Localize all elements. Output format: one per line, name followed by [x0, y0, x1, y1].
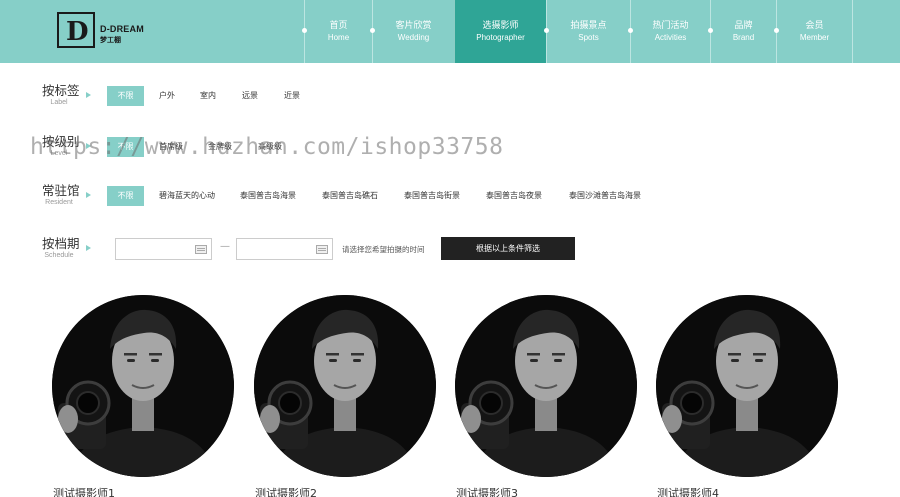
nav-label-cn: 拍摄景点	[570, 21, 607, 31]
nav-label-en: Member	[799, 33, 830, 42]
portrait-image	[455, 295, 637, 477]
arrow-right-icon	[86, 245, 91, 251]
logo-mark: D	[57, 12, 95, 48]
filter-option[interactable]: 泰国沙滩普吉岛海景	[569, 186, 641, 206]
end-date-input[interactable]	[236, 238, 333, 260]
filter-title: 按档期	[42, 236, 80, 251]
filter-option[interactable]: 泰国普吉岛街景	[404, 186, 460, 206]
nav-separator-dot	[370, 28, 375, 33]
filter-label-row: 按标签 Label 不限 户外 室内 远景 近景	[0, 83, 900, 113]
filter-level-row: 按级别 Level 不限 首席级 金牌级 高级级	[0, 134, 900, 164]
filter-option[interactable]: 近景	[284, 86, 300, 106]
nav-label-cn: 客片欣赏	[395, 21, 432, 31]
nav-label-cn: 品牌	[734, 21, 753, 31]
nav-separator-dot	[544, 28, 549, 33]
filter-subtitle: Label	[50, 99, 68, 106]
filter-resident-row: 常驻馆 Resident 不限 碧海蓝天的心动 泰国普吉岛海景 泰国普吉岛礁石 …	[0, 183, 900, 213]
site-header: D D-DREAM 梦工棚 首页 Home 客片欣赏 Wedding 选摄影师 …	[0, 0, 900, 63]
date-range-dash: —	[220, 241, 230, 252]
main-nav: 首页 Home 客片欣赏 Wedding 选摄影师 Photographer 拍…	[302, 0, 852, 63]
filter-schedule-row: 按档期 Schedule — 请选择您希望拍摄的时间 根据以上条件筛选	[0, 236, 900, 266]
photographer-name[interactable]: 测试摄影师2	[255, 485, 317, 497]
logo[interactable]: D D-DREAM 梦工棚	[57, 12, 157, 50]
filter-subtitle: Level	[50, 150, 68, 157]
filter-option[interactable]: 远景	[242, 86, 258, 106]
photographer-name[interactable]: 测试摄影师4	[657, 485, 719, 497]
filter-subtitle: Schedule	[44, 252, 74, 259]
filter-option[interactable]: 高级级	[258, 137, 282, 157]
arrow-right-icon	[86, 143, 91, 149]
nav-separator-dot	[774, 28, 779, 33]
portrait-image	[52, 295, 234, 477]
photographer-card[interactable]: 测试摄影师4	[656, 295, 839, 497]
filter-option[interactable]: 首席级	[159, 137, 183, 157]
filter-option-selected[interactable]: 不限	[107, 86, 144, 106]
photographer-card[interactable]: 测试摄影师2	[254, 295, 437, 497]
nav-item-spots[interactable]: 拍摄景点 Spots	[544, 0, 630, 63]
filter-subtitle: Resident	[45, 199, 73, 206]
nav-divider	[852, 0, 853, 63]
arrow-right-icon	[86, 192, 91, 198]
schedule-hint: 请选择您希望拍摄的时间	[342, 245, 425, 254]
nav-label-en: Photographer	[476, 33, 525, 42]
filter-option-selected[interactable]: 不限	[107, 186, 144, 206]
nav-label-cn: 选摄影师	[482, 21, 519, 31]
nav-item-member[interactable]: 会员 Member	[774, 0, 852, 63]
nav-label-en: Spots	[578, 33, 599, 42]
filter-title: 按级别	[42, 134, 80, 149]
start-date-input[interactable]	[115, 238, 212, 260]
filter-title: 常驻馆	[42, 183, 80, 198]
nav-label-cn: 首页	[329, 21, 348, 31]
photographer-avatar[interactable]	[455, 295, 637, 477]
arrow-right-icon	[86, 92, 91, 98]
filter-option[interactable]: 金牌级	[208, 137, 232, 157]
filter-option[interactable]: 泰国普吉岛夜景	[486, 186, 542, 206]
photographer-card[interactable]: 测试摄影师1	[52, 295, 235, 497]
photographer-card[interactable]: 测试摄影师3	[455, 295, 638, 497]
filter-submit-button[interactable]: 根据以上条件筛选	[441, 237, 575, 260]
photographer-avatar[interactable]	[656, 295, 838, 477]
nav-separator-dot	[302, 28, 307, 33]
nav-label-en: Activities	[654, 33, 687, 42]
nav-item-photographer[interactable]: 选摄影师 Photographer	[454, 0, 546, 63]
nav-item-activities[interactable]: 热门活动 Activities	[628, 0, 710, 63]
nav-label-en: Wedding	[397, 33, 430, 42]
filter-option[interactable]: 室内	[200, 86, 216, 106]
portrait-image	[254, 295, 436, 477]
nav-item-home[interactable]: 首页 Home	[302, 0, 372, 63]
calendar-icon[interactable]	[316, 245, 328, 254]
calendar-icon[interactable]	[195, 245, 207, 254]
photographer-avatar[interactable]	[254, 295, 436, 477]
logo-name: D-DREAM	[100, 24, 144, 34]
photographer-avatar[interactable]	[52, 295, 234, 477]
filter-option-selected[interactable]: 不限	[107, 137, 144, 157]
photographer-name[interactable]: 测试摄影师3	[456, 485, 518, 497]
filter-option[interactable]: 泰国普吉岛海景	[240, 186, 296, 206]
nav-item-brand[interactable]: 品牌 Brand	[708, 0, 776, 63]
filter-option[interactable]: 碧海蓝天的心动	[159, 186, 215, 206]
filter-option[interactable]: 泰国普吉岛礁石	[322, 186, 378, 206]
nav-label-cn: 会员	[805, 21, 824, 31]
portrait-image	[656, 295, 838, 477]
nav-label-en: Brand	[732, 33, 755, 42]
nav-separator-dot	[708, 28, 713, 33]
nav-item-wedding[interactable]: 客片欣赏 Wedding	[370, 0, 454, 63]
logo-letter: D	[66, 17, 89, 47]
photographer-name[interactable]: 测试摄影师1	[53, 485, 115, 497]
filter-title: 按标签	[42, 83, 80, 98]
logo-subtitle: 梦工棚	[100, 36, 121, 44]
filter-option[interactable]: 户外	[159, 86, 175, 106]
nav-label-cn: 热门活动	[652, 21, 689, 31]
nav-label-en: Home	[327, 33, 350, 42]
nav-separator-dot	[628, 28, 633, 33]
